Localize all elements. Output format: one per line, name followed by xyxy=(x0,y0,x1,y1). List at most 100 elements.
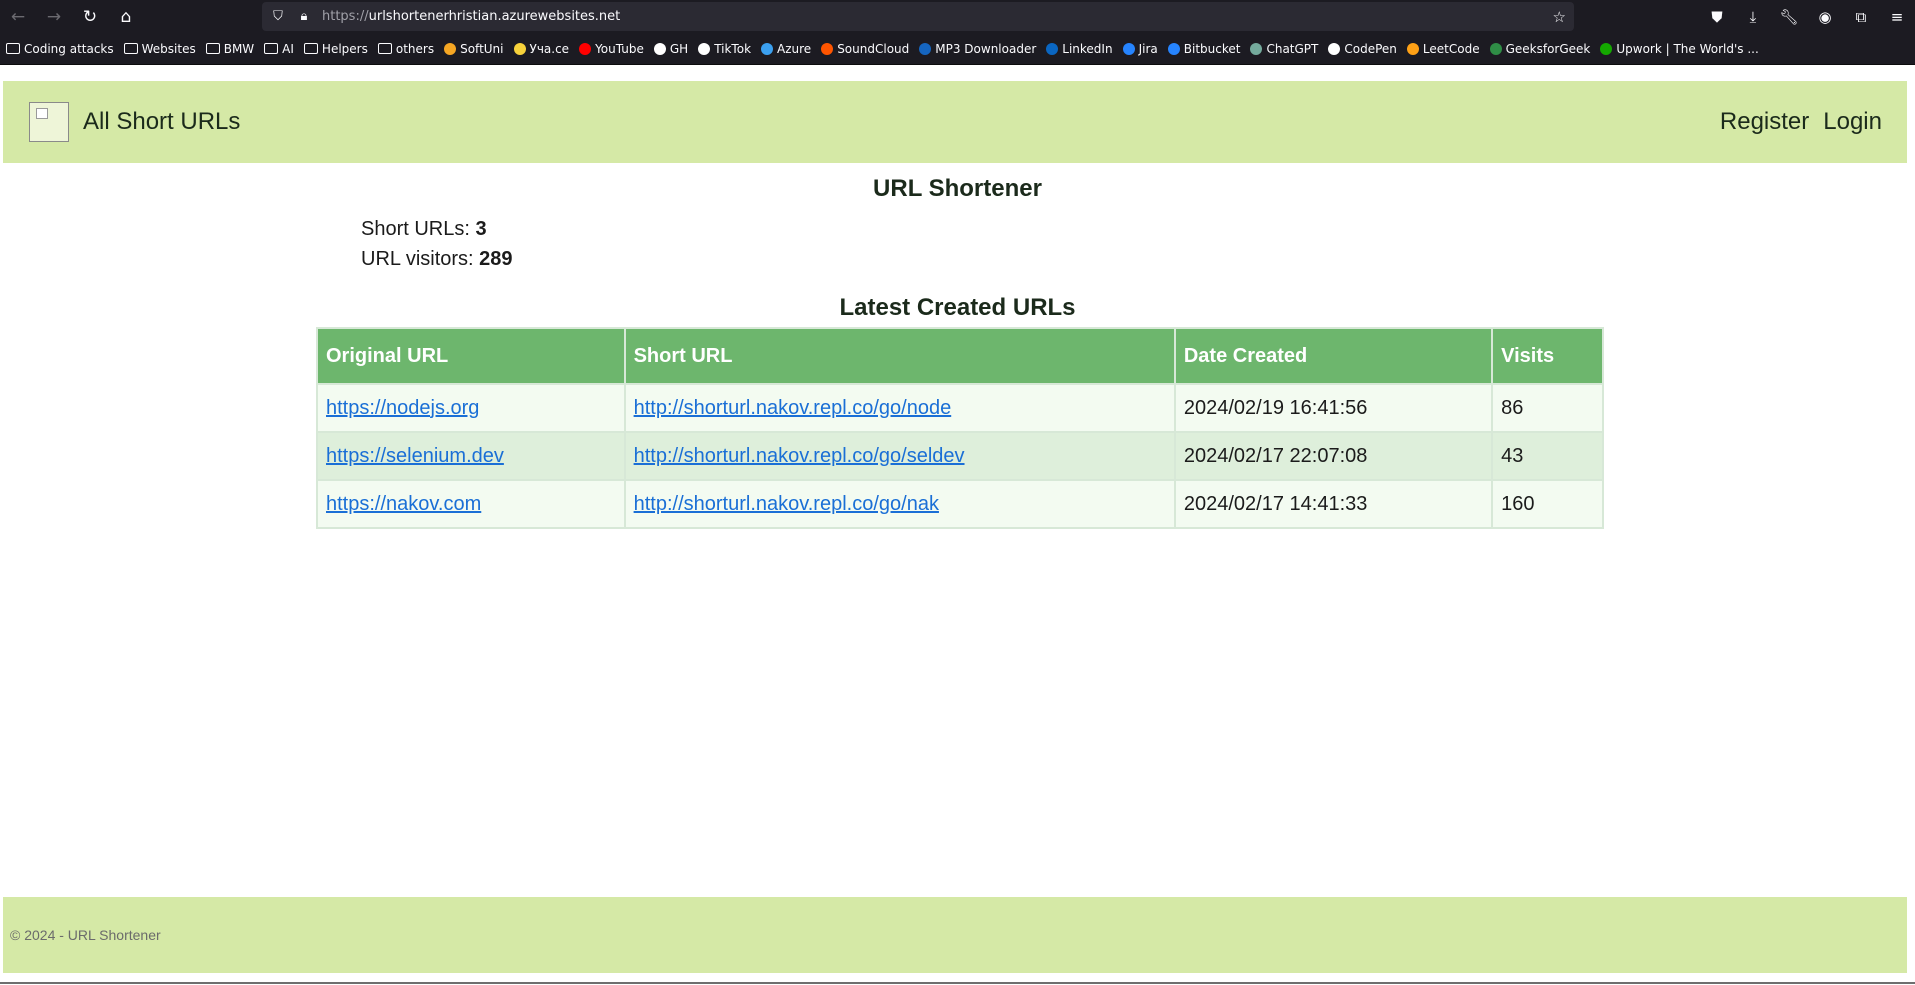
bookmark-item[interactable]: Coding attacks xyxy=(6,42,114,56)
bookmark-label: YouTube xyxy=(595,41,644,56)
date-created-cell: 2024/02/17 14:41:33 xyxy=(1173,479,1494,529)
download-icon[interactable]: ⤓ xyxy=(1735,8,1771,26)
bookmark-label: SoundCloud xyxy=(837,41,910,56)
bookmark-label: BMW xyxy=(223,41,255,56)
bookmark-item[interactable]: SoundCloud xyxy=(821,42,909,56)
profile-icon[interactable]: ◉ xyxy=(1807,8,1843,26)
original-url-link[interactable]: https://nodejs.org xyxy=(326,397,479,419)
bookmark-item[interactable]: Уча.се xyxy=(513,41,570,56)
bookmark-label: Helpers xyxy=(321,41,368,56)
reload-icon[interactable]: ↻ xyxy=(72,0,108,33)
short-url-cell: http://shorturl.nakov.repl.co/go/nak xyxy=(623,479,1176,529)
folder-icon xyxy=(303,43,318,54)
short-url-link[interactable]: http://shorturl.nakov.repl.co/go/nak xyxy=(634,493,939,515)
short-urls-count: 3 xyxy=(475,218,487,240)
bookmark-label: LeetCode xyxy=(1422,41,1480,56)
menu-icon[interactable]: ≡ xyxy=(1879,8,1915,26)
bookmark-item[interactable]: CodePen xyxy=(1328,42,1397,56)
stats: Short URLs: 3 URL visitors: 289 xyxy=(361,214,513,274)
bookmark-label: Azure xyxy=(777,41,812,56)
codepen-icon xyxy=(1328,42,1341,55)
bookmark-star-icon[interactable]: ☆ xyxy=(1553,8,1566,26)
soundcloud-icon xyxy=(821,42,834,55)
date-created-cell: 2024/02/19 16:41:56 xyxy=(1173,383,1494,433)
bookmark-item[interactable]: GH xyxy=(653,41,689,56)
brand-link[interactable]: All Short URLs xyxy=(83,108,240,136)
home-icon[interactable]: ⌂ xyxy=(108,0,144,33)
bookmark-label: LinkedIn xyxy=(1062,41,1113,56)
uchase-icon xyxy=(513,42,526,55)
forward-arrow-icon[interactable]: → xyxy=(36,0,72,33)
extensions-icon[interactable]: ⧉ xyxy=(1843,8,1879,26)
bookmark-item[interactable]: ChatGPT xyxy=(1250,42,1318,56)
azure-icon xyxy=(761,42,774,55)
folder-icon xyxy=(377,43,392,54)
short-url-link[interactable]: http://shorturl.nakov.repl.co/go/node xyxy=(634,397,952,419)
bookmark-label: Уча.се xyxy=(529,41,570,56)
table-header-row: Original URL Short URL Date Created Visi… xyxy=(316,327,1604,385)
pocket-icon[interactable]: ⛊ xyxy=(1699,8,1735,26)
tiktok-icon xyxy=(698,42,711,55)
visits-cell: 160 xyxy=(1491,479,1604,529)
bookmark-item[interactable]: YouTube xyxy=(579,42,644,56)
bookmark-item[interactable]: others xyxy=(377,42,434,56)
url-text[interactable]: https://urlshortenerhristian.azurewebsit… xyxy=(322,9,620,24)
folder-icon xyxy=(205,43,220,54)
bookmark-item[interactable]: BMW xyxy=(205,41,255,56)
visits-cell: 43 xyxy=(1491,431,1604,481)
bookmark-item[interactable]: MP3 Downloader xyxy=(919,42,1036,56)
page-title: URL Shortener xyxy=(873,175,1042,202)
original-url-cell: https://selenium.dev xyxy=(316,431,626,481)
short-url-cell: http://shorturl.nakov.repl.co/go/seldev xyxy=(623,431,1176,481)
original-url-link[interactable]: https://nakov.com xyxy=(326,493,481,515)
shield-icon[interactable]: ⛉ xyxy=(268,9,288,24)
original-url-link[interactable]: https://selenium.dev xyxy=(326,445,504,467)
visits-cell: 86 xyxy=(1491,383,1604,433)
linkedin-icon xyxy=(1046,42,1059,55)
bookmark-item[interactable]: SoftUni xyxy=(444,42,504,56)
bookmark-item[interactable]: LinkedIn xyxy=(1046,41,1113,56)
lock-icon[interactable]: 🔒︎ xyxy=(294,9,314,24)
header-visits: Visits xyxy=(1491,327,1604,385)
page: All Short URLs Register Login URL Shorte… xyxy=(0,65,1915,984)
table-row: https://selenium.dev http://shorturl.nak… xyxy=(316,431,1604,481)
bitbucket-icon xyxy=(1167,42,1180,55)
register-link[interactable]: Register xyxy=(1720,108,1809,136)
github-icon xyxy=(653,42,666,55)
bookmark-item[interactable]: Helpers xyxy=(303,41,368,56)
bookmark-item[interactable]: LeetCode xyxy=(1406,41,1480,56)
header-original-url: Original URL xyxy=(316,327,626,385)
visitors-stat: URL visitors: 289 xyxy=(361,248,513,270)
bookmark-item[interactable]: Websites xyxy=(123,41,196,56)
bookmark-label: ChatGPT xyxy=(1266,41,1319,56)
original-url-cell: https://nodejs.org xyxy=(316,383,626,433)
bookmark-item[interactable]: Upwork | The World's ... xyxy=(1600,42,1759,56)
bookmark-item[interactable]: Bitbucket xyxy=(1167,42,1240,56)
logo-image[interactable] xyxy=(29,102,69,142)
header-short-url: Short URL xyxy=(623,327,1176,385)
bookmarks-bar: Coding attacks Websites BMW AI Helpers others… xyxy=(0,33,1915,65)
bookmark-item[interactable]: AI xyxy=(264,42,294,56)
back-arrow-icon[interactable]: ← xyxy=(0,0,36,33)
short-url-cell: http://shorturl.nakov.repl.co/go/node xyxy=(623,383,1176,433)
login-link[interactable]: Login xyxy=(1823,108,1882,136)
latest-urls-heading: Latest Created URLs xyxy=(839,294,1076,321)
leetcode-icon xyxy=(1406,42,1419,55)
bookmark-item[interactable]: Jira xyxy=(1122,42,1158,56)
wrench-icon[interactable]: 🔧︎ xyxy=(1771,8,1807,26)
mp3-icon xyxy=(919,42,932,55)
header-date-created: Date Created xyxy=(1173,327,1494,385)
short-url-link[interactable]: http://shorturl.nakov.repl.co/go/seldev xyxy=(634,445,965,467)
folder-icon xyxy=(123,43,138,54)
table-row: https://nodejs.org http://shorturl.nakov… xyxy=(316,383,1604,433)
bookmark-item[interactable]: Azure xyxy=(761,42,811,56)
bookmark-label: Websites xyxy=(141,41,196,56)
address-bar[interactable]: ⛉ 🔒︎ https://urlshortenerhristian.azurew… xyxy=(262,2,1574,31)
folder-icon xyxy=(6,43,20,54)
bookmark-item[interactable]: GeeksforGeek xyxy=(1489,42,1590,56)
visitors-count: 289 xyxy=(479,248,513,270)
bookmark-item[interactable]: TikTok xyxy=(698,42,751,56)
folder-icon xyxy=(264,43,279,54)
date-created-cell: 2024/02/17 22:07:08 xyxy=(1173,431,1494,481)
bookmark-label: GH xyxy=(669,41,689,56)
